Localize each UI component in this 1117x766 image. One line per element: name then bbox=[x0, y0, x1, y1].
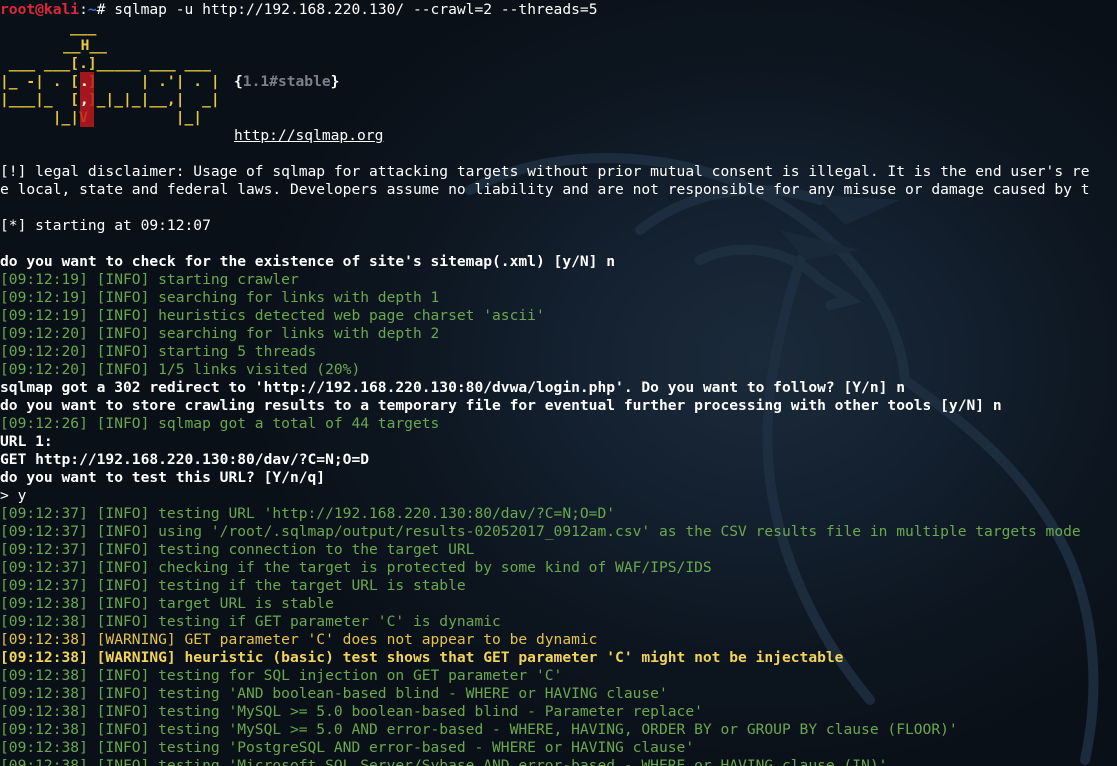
log-line-info: [09:12:20] [INFO] searching for links wi… bbox=[0, 325, 440, 342]
svg-text:.: . bbox=[80, 73, 89, 90]
log-line: do you want to store crawling results to… bbox=[0, 397, 1002, 414]
disclaimer-line-1: [!] legal disclaimer: Usage of sqlmap fo… bbox=[0, 163, 1090, 180]
log-line: URL 1: bbox=[0, 433, 53, 450]
svg-text:___: ___ bbox=[70, 19, 97, 36]
prompt-path: ~ bbox=[87, 1, 97, 18]
log-line-warning: [09:12:38] [WARNING] heuristic (basic) t… bbox=[0, 649, 844, 666]
sqlmap-logo: ___ __H__ ___ ___[.]_____ ___ ___ |_ -| … bbox=[0, 19, 220, 127]
log-line-info: [09:12:37] [INFO] checking if the target… bbox=[0, 559, 712, 576]
log-line: GET http://192.168.220.130:80/dav/?C=N;O… bbox=[0, 451, 370, 468]
log-line-info: [09:12:37] [INFO] using '/root/.sqlmap/o… bbox=[0, 523, 1081, 540]
sqlmap-url-link[interactable]: http://sqlmap.org bbox=[234, 127, 383, 144]
log-line: > y bbox=[0, 487, 27, 504]
svg-text:,: , bbox=[80, 91, 89, 108]
log-line-info: [09:12:38] [INFO] testing for SQL inject… bbox=[0, 667, 563, 684]
log-line: do you want to test this URL? [Y/n/q] bbox=[0, 469, 326, 486]
svg-text:___ ___[.]_____ ___ ___: ___ ___[.]_____ ___ ___ bbox=[0, 55, 211, 72]
log-line: do you want to check for the existence o… bbox=[0, 253, 616, 270]
log-line-info: [09:12:38] [INFO] testing if GET paramet… bbox=[0, 613, 501, 630]
log-line-info: [09:12:38] [INFO] testing 'Microsoft SQL… bbox=[0, 757, 888, 766]
prompt-command: sqlmap -u http://192.168.220.130/ --craw… bbox=[114, 1, 598, 18]
prompt-symbol: # bbox=[96, 1, 115, 18]
svg-text:|___|_ [,]_|_|_|__,| _|: |___|_ [,]_|_|_|__,| _| bbox=[0, 91, 220, 108]
svg-text:|_|V |_|: |_|V |_| bbox=[0, 109, 202, 126]
log-line-info: [09:12:19] [INFO] heuristics detected we… bbox=[0, 307, 545, 324]
log-line-info: [09:12:20] [INFO] 1/5 links visited (20%… bbox=[0, 361, 361, 378]
sqlmap-banner: ___ __H__ ___ ___[.]_____ ___ ___ |_ -| … bbox=[0, 19, 1117, 144]
log-line-info: [09:12:38] [INFO] testing 'PostgreSQL AN… bbox=[0, 739, 695, 756]
log-line-info: [09:12:26] [INFO] sqlmap got a total of … bbox=[0, 415, 440, 432]
svg-text:__H__: __H__ bbox=[63, 37, 107, 54]
version-label: {1.1#stable} bbox=[234, 73, 340, 90]
log-line-warning: [09:12:38] [WARNING] GET parameter 'C' d… bbox=[0, 631, 598, 648]
log-line-info: [09:12:37] [INFO] testing URL 'http://19… bbox=[0, 505, 616, 522]
log-line: sqlmap got a 302 redirect to 'http://192… bbox=[0, 379, 905, 396]
log-line-info: [09:12:37] [INFO] testing if the target … bbox=[0, 577, 466, 594]
disclaimer-line-2: e local, state and federal laws. Develop… bbox=[0, 181, 1090, 198]
log-line-info: [09:12:20] [INFO] starting 5 threads bbox=[0, 343, 317, 360]
log-line-info: [09:12:37] [INFO] testing connection to … bbox=[0, 541, 475, 558]
log-line-info: [09:12:38] [INFO] testing 'AND boolean-b… bbox=[0, 685, 668, 702]
starting-time-line: [*] starting at 09:12:07 bbox=[0, 217, 211, 234]
log-line-info: [09:12:19] [INFO] searching for links wi… bbox=[0, 289, 440, 306]
log-line-info: [09:12:38] [INFO] target URL is stable bbox=[0, 595, 334, 612]
log-line-info: [09:12:38] [INFO] testing 'MySQL >= 5.0 … bbox=[0, 721, 958, 738]
terminal-output[interactable]: root@kali:~# sqlmap -u http://192.168.22… bbox=[0, 1, 1117, 766]
svg-text:|_ -| . [.] | .'| . |: |_ -| . [.] | .'| . | bbox=[0, 73, 220, 90]
log-line-info: [09:12:19] [INFO] starting crawler bbox=[0, 271, 299, 288]
command-prompt-line: root@kali:~# sqlmap -u http://192.168.22… bbox=[0, 1, 1117, 19]
log-line-info: [09:12:38] [INFO] testing 'MySQL >= 5.0 … bbox=[0, 703, 703, 720]
prompt-separator: : bbox=[79, 1, 88, 18]
prompt-user: root@kali bbox=[0, 1, 80, 18]
log-lines: do you want to check for the existence o… bbox=[0, 253, 1117, 766]
